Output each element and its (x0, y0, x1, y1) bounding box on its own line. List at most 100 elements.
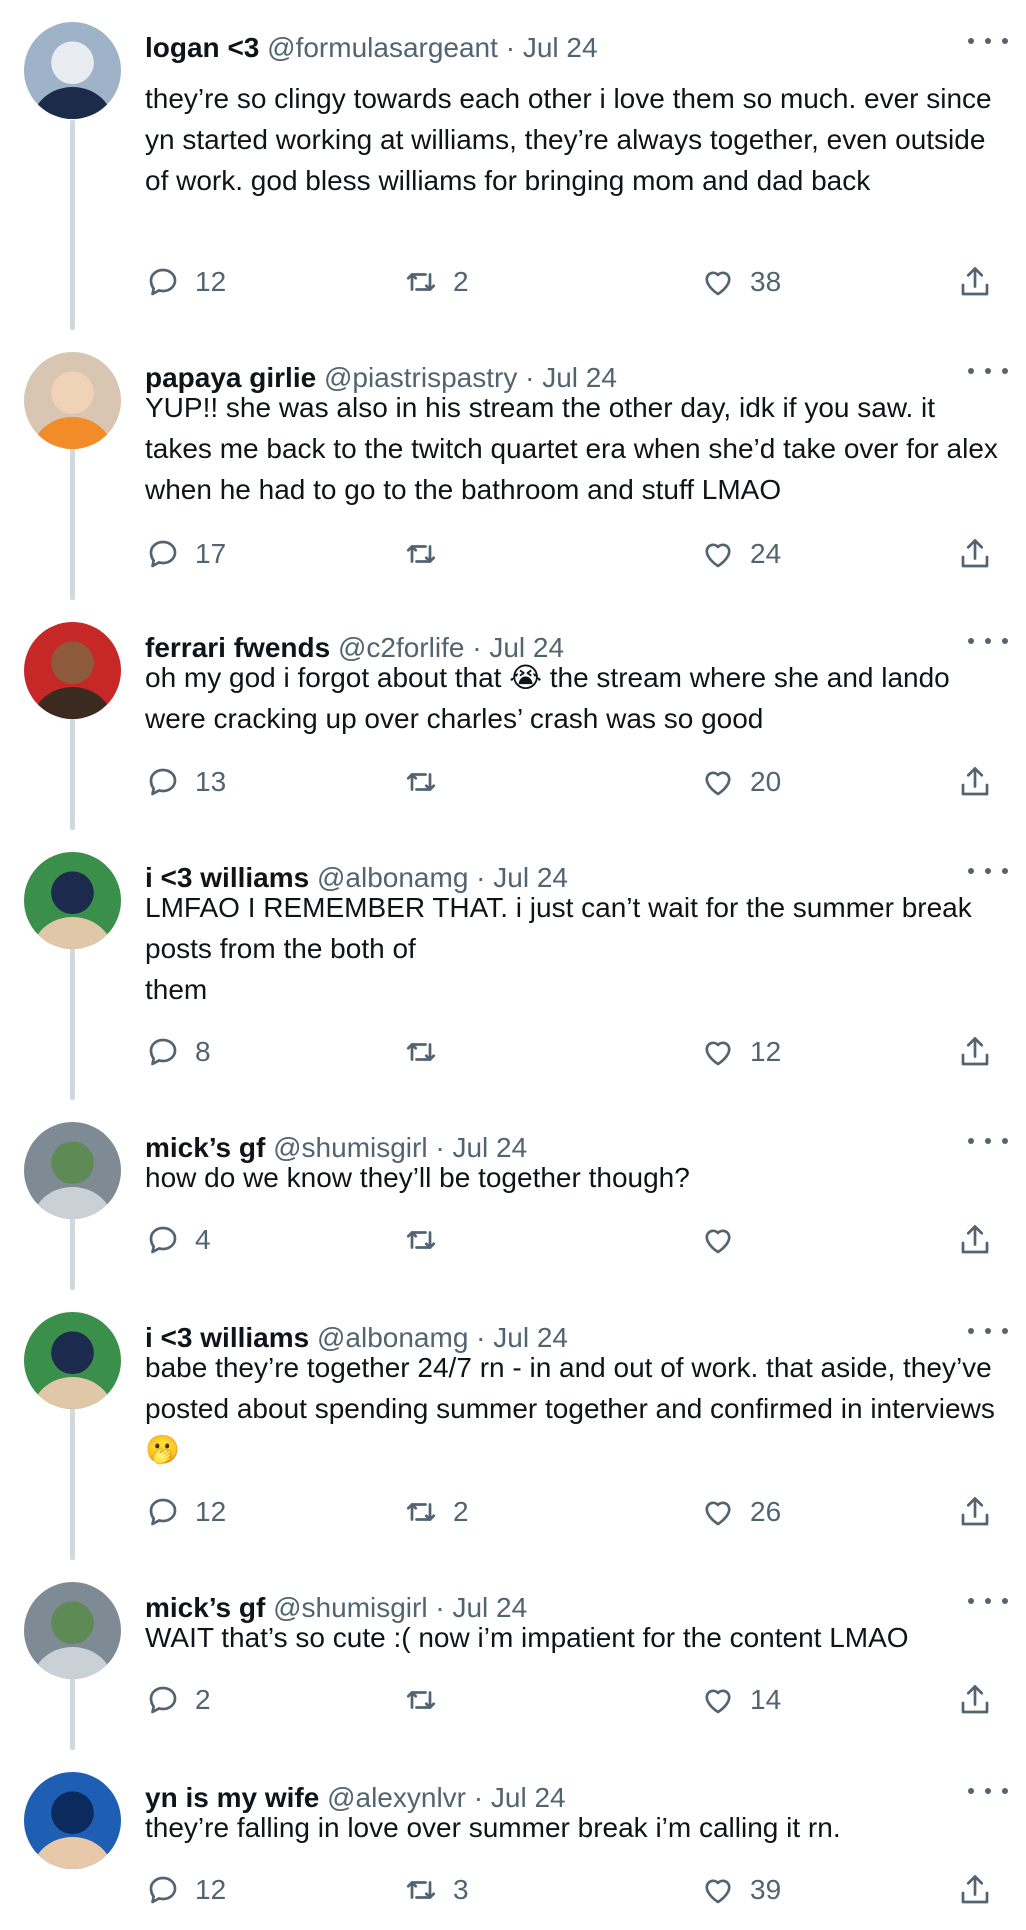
tweet[interactable]: mick’s gf @shumisgirl · Jul 24 how do we … (0, 1100, 1026, 1280)
share-icon (957, 764, 993, 800)
display-name[interactable]: logan <3 (145, 32, 259, 63)
reply-button[interactable]: 12 (145, 262, 226, 302)
share-button[interactable] (957, 1032, 993, 1072)
heart-icon (700, 1494, 736, 1530)
retweet-button[interactable] (403, 1680, 453, 1720)
reply-button[interactable]: 4 (145, 1220, 211, 1260)
more-icon[interactable] (968, 356, 1008, 386)
tweet-text: WAIT that’s so cute :( now i’m impatient… (145, 1622, 909, 1653)
more-icon[interactable] (968, 1316, 1008, 1346)
like-button[interactable]: 26 (700, 1492, 781, 1532)
reply-button[interactable]: 17 (145, 534, 226, 574)
retweet-button[interactable] (403, 1220, 453, 1260)
tweet-actions: 8 12 (145, 1032, 1026, 1072)
like-button[interactable]: 39 (700, 1870, 781, 1910)
retweet-icon (403, 1872, 439, 1908)
more-icon[interactable] (968, 1126, 1008, 1156)
share-button[interactable] (957, 534, 993, 574)
avatar[interactable] (24, 852, 121, 949)
heart-icon (700, 536, 736, 572)
tweet[interactable]: mick’s gf @shumisgirl · Jul 24 WAIT that’… (0, 1560, 1026, 1740)
like-button[interactable]: 20 (700, 762, 781, 802)
like-count: 14 (750, 1684, 782, 1715)
tweet[interactable]: ferrari fwends @c2forlife · Jul 24 oh my … (0, 600, 1026, 822)
share-button[interactable] (957, 1680, 993, 1720)
tweet[interactable]: i <3 williams @albonamg · Jul 24 LMFAO I … (0, 830, 1026, 1092)
retweet-icon (403, 1034, 439, 1070)
more-icon[interactable] (968, 1776, 1008, 1806)
tweet-actions: 12 2 26 (145, 1492, 1026, 1532)
heart-icon (700, 764, 736, 800)
retweet-button[interactable] (403, 1032, 453, 1072)
tweet[interactable]: i <3 williams @albonamg · Jul 24 babe the… (0, 1290, 1026, 1552)
avatar[interactable] (24, 622, 121, 719)
like-button[interactable]: 14 (700, 1680, 781, 1720)
retweet-button[interactable]: 2 (403, 262, 469, 302)
tweet-header: logan <3 @formulasargeant · Jul 24 (145, 28, 956, 68)
like-count: 38 (750, 266, 782, 297)
avatar[interactable] (24, 352, 121, 449)
retweet-icon (403, 264, 439, 300)
avatar-image (24, 1122, 121, 1219)
reply-button[interactable]: 2 (145, 1680, 211, 1720)
avatar-image (24, 1582, 121, 1679)
reply-count: 2 (195, 1684, 211, 1715)
more-icon[interactable] (968, 1586, 1008, 1616)
tweet[interactable]: papaya girlie @piastrispastry · Jul 24 YU… (0, 330, 1026, 594)
reply-icon (145, 264, 181, 300)
more-icon[interactable] (968, 26, 1008, 56)
avatar-image (24, 1772, 121, 1869)
avatar[interactable] (24, 1312, 121, 1409)
heart-icon (700, 1222, 736, 1258)
retweet-button[interactable] (403, 762, 453, 802)
like-button[interactable]: 24 (700, 534, 781, 574)
heart-icon (700, 1872, 736, 1908)
tweet[interactable]: logan <3 @formulasargeant · Jul 24 they’r… (0, 0, 1026, 322)
share-icon (957, 1222, 993, 1258)
reply-icon (145, 1494, 181, 1530)
like-button[interactable]: 12 (700, 1032, 781, 1072)
tweet[interactable]: yn is my wife @alexynlvr · Jul 24 they’re… (0, 1750, 1026, 1930)
reply-button[interactable]: 12 (145, 1492, 226, 1532)
reply-count: 13 (195, 766, 227, 797)
more-icon[interactable] (968, 856, 1008, 886)
retweet-button[interactable]: 3 (403, 1870, 469, 1910)
more-icon[interactable] (968, 626, 1008, 656)
retweet-icon (403, 1494, 439, 1530)
reply-button[interactable]: 8 (145, 1032, 211, 1072)
retweet-button[interactable]: 2 (403, 1492, 469, 1532)
reply-count: 12 (195, 266, 227, 297)
share-button[interactable] (957, 762, 993, 802)
share-button[interactable] (957, 1220, 993, 1260)
avatar[interactable] (24, 1122, 121, 1219)
share-button[interactable] (957, 262, 993, 302)
tweet-text: LMFAO I REMEMBER THAT. i just can’t wait… (145, 892, 972, 1005)
reply-icon (145, 1872, 181, 1908)
like-count: 39 (750, 1874, 782, 1905)
reply-button[interactable]: 13 (145, 762, 226, 802)
avatar[interactable] (24, 1772, 121, 1869)
like-count: 20 (750, 766, 782, 797)
tweet-date[interactable]: Jul 24 (523, 32, 598, 63)
like-button[interactable]: 38 (700, 262, 781, 302)
tweet-actions: 12 2 38 (145, 262, 1026, 302)
reply-button[interactable]: 12 (145, 1870, 226, 1910)
retweet-button[interactable] (403, 534, 453, 574)
like-count: 26 (750, 1496, 782, 1527)
username-handle[interactable]: @formulasargeant (267, 32, 498, 63)
reply-count: 12 (195, 1874, 227, 1905)
like-button[interactable] (700, 1220, 750, 1260)
like-count: 24 (750, 538, 782, 569)
reply-count: 17 (195, 538, 227, 569)
share-button[interactable] (957, 1870, 993, 1910)
tweet-actions: 2 14 (145, 1680, 1026, 1720)
retweet-count: 3 (453, 1874, 469, 1905)
share-icon (957, 1034, 993, 1070)
avatar[interactable] (24, 1582, 121, 1679)
tweet-text: YUP!! she was also in his stream the oth… (145, 392, 1006, 505)
retweet-count: 2 (453, 266, 469, 297)
retweet-count: 2 (453, 1496, 469, 1527)
avatar[interactable] (24, 22, 121, 119)
avatar-image (24, 1312, 121, 1409)
share-button[interactable] (957, 1492, 993, 1532)
